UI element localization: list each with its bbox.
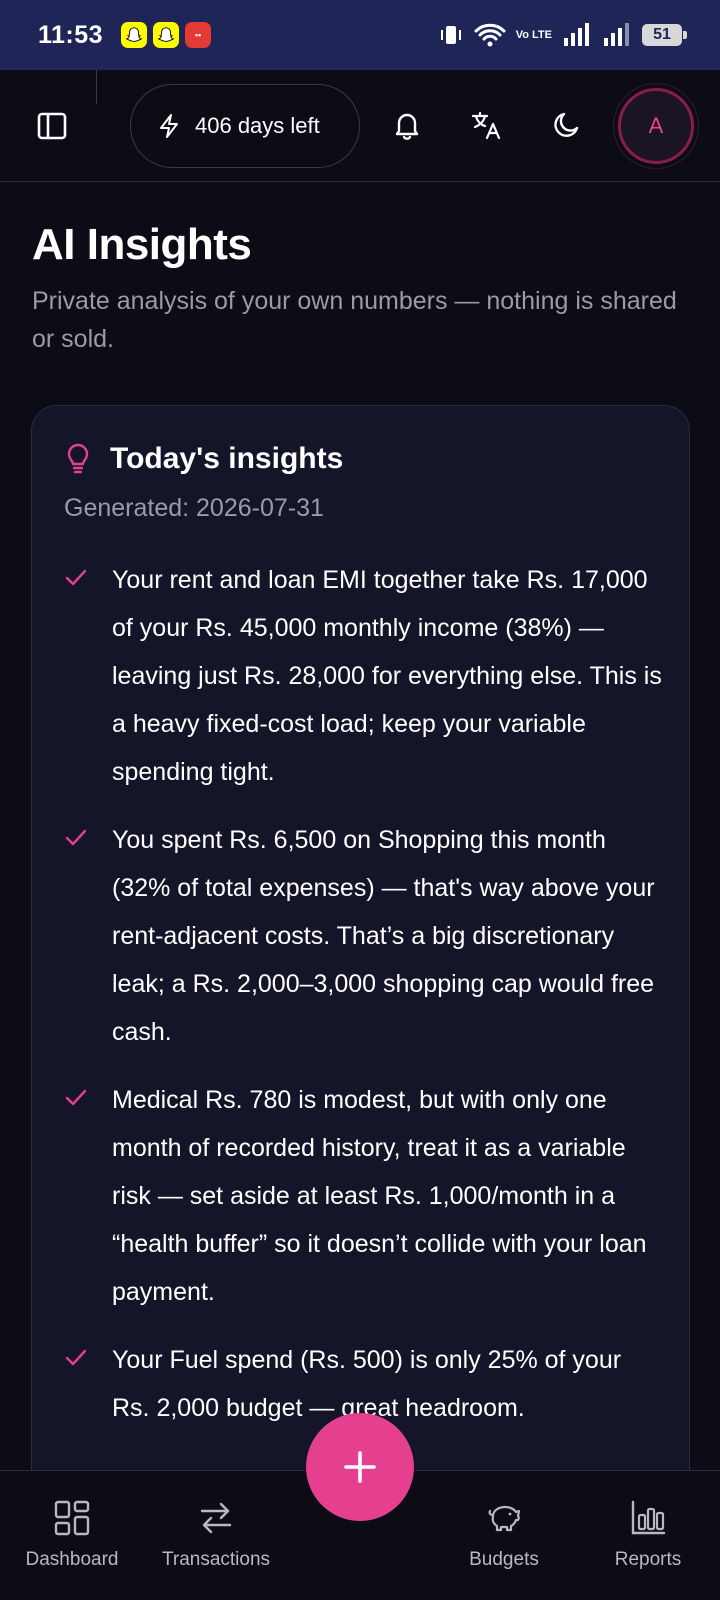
avatar[interactable]: A (618, 88, 694, 164)
list-item: Your rent and loan EMI together take Rs.… (64, 556, 664, 796)
nav-reports[interactable]: Reports (578, 1471, 718, 1571)
nav-label: Reports (614, 1549, 682, 1570)
check-icon (64, 1076, 112, 1316)
list-item: You spent Rs. 6,500 on Shopping this mon… (64, 816, 664, 1056)
bolt-icon (160, 114, 178, 138)
days-left-text: 406 days left (195, 113, 320, 138)
vibrate-icon (440, 26, 461, 44)
plus-icon (344, 1451, 376, 1483)
translate-icon[interactable] (470, 108, 504, 142)
snapchat-notification-icon (153, 22, 180, 48)
page-subtitle: Private analysis of your own numbers — n… (32, 287, 677, 353)
wifi-icon (474, 23, 506, 47)
insight-text: Your rent and loan EMI together take Rs.… (112, 566, 662, 786)
nav-budgets[interactable]: Budgets (434, 1471, 574, 1571)
signal-icon (604, 23, 629, 46)
generated-date: Generated: 2026-07-31 (64, 494, 324, 522)
status-bar: 11:53 ▪▪ Vo LTE 51 (0, 0, 720, 70)
check-icon (64, 1336, 112, 1432)
page-title: AI Insights (32, 220, 252, 269)
transfer-arrows-icon (200, 1502, 232, 1534)
dashboard-icon (54, 1500, 90, 1536)
insights-card: Today's insights Generated: 2026-07-31 Y… (31, 405, 690, 1505)
nav-label: Transactions (161, 1549, 271, 1570)
sidebar-toggle-icon[interactable] (36, 110, 68, 142)
bar-chart-icon (631, 1500, 666, 1535)
avatar-initial: A (648, 113, 664, 138)
volte-label: Vo LTE (515, 28, 552, 41)
lightbulb-icon (67, 443, 89, 474)
status-time: 11:53 (38, 20, 104, 49)
nav-transactions[interactable]: Transactions (146, 1471, 286, 1571)
piggy-bank-icon (488, 1505, 521, 1532)
card-title: Today's insights (110, 442, 344, 475)
insight-text: Your Fuel spend (Rs. 500) is only 25% of… (112, 1346, 622, 1422)
status-left: 11:53 ▪▪ (38, 20, 212, 50)
snapchat-notification-icon (121, 22, 148, 48)
divider (96, 70, 97, 104)
app-header: 406 days left A (0, 70, 720, 182)
app-notification-icon: ▪▪ (185, 22, 212, 48)
battery-indicator: 51 (642, 24, 687, 46)
insight-text: Medical Rs. 780 is modest, but with only… (112, 1086, 647, 1306)
moon-icon[interactable] (550, 108, 584, 142)
nav-label: Dashboard (25, 1549, 119, 1570)
bell-icon[interactable] (390, 108, 424, 142)
insights-list: Your rent and loan EMI together take Rs.… (64, 556, 664, 1452)
insight-text: You spent Rs. 6,500 on Shopping this mon… (112, 826, 655, 1046)
card-header: Today's insights (64, 442, 343, 476)
nav-label: Budgets (469, 1549, 539, 1570)
add-transaction-button[interactable] (306, 1413, 414, 1521)
signal-icon (564, 23, 589, 46)
list-item: Medical Rs. 780 is modest, but with only… (64, 1076, 664, 1316)
check-icon (64, 816, 112, 1056)
nav-dashboard[interactable]: Dashboard (2, 1471, 142, 1571)
bottom-navigation: Dashboard Transactions Budgets Reports (0, 1413, 720, 1600)
status-right: Vo LTE 51 (438, 22, 687, 48)
check-icon (64, 556, 112, 796)
days-left-pill[interactable]: 406 days left (130, 84, 360, 168)
